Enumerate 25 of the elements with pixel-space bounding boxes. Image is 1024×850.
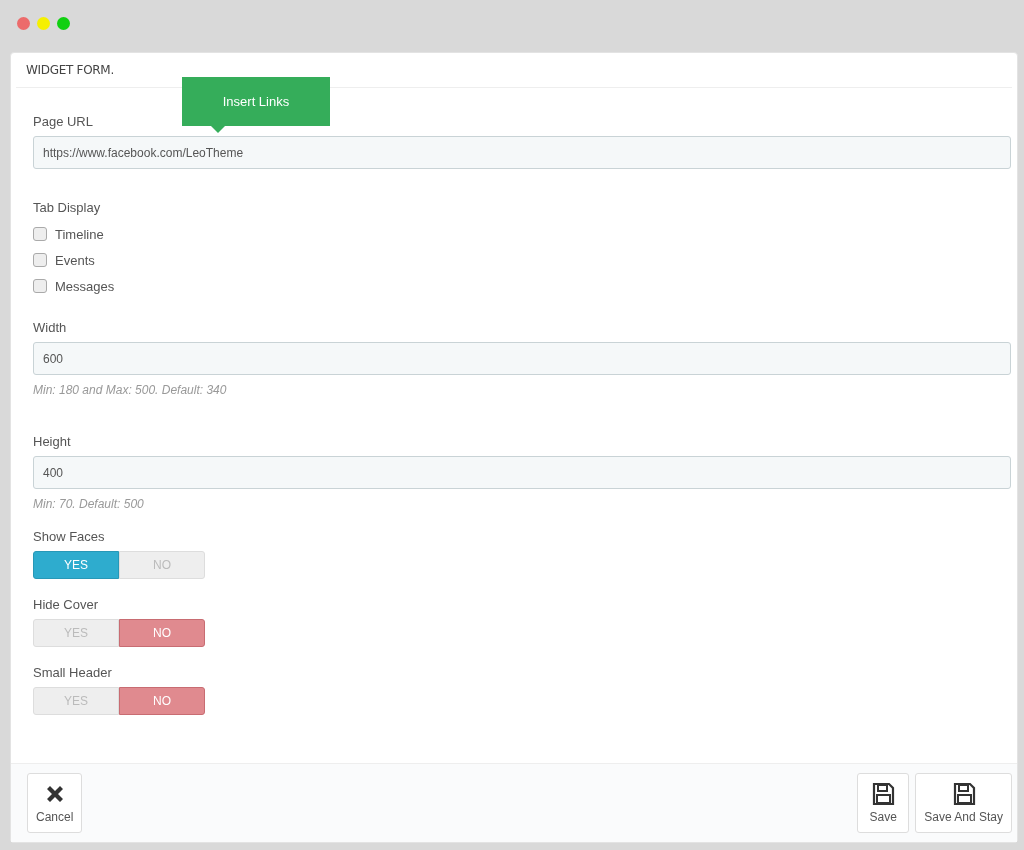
checkbox-label: Timeline: [55, 226, 104, 242]
save-button[interactable]: Save And Stay: [915, 773, 1012, 833]
save-button[interactable]: Save: [857, 773, 910, 833]
minimize-icon[interactable]: [37, 16, 50, 30]
field-label: Show Faces: [33, 529, 105, 545]
checkbox[interactable]: [33, 227, 47, 241]
url-input[interactable]: https://www.facebook.com/LeoTheme: [33, 136, 1011, 169]
field-label: Small Header: [33, 665, 112, 681]
field-label: Hide Cover: [33, 597, 99, 613]
close-icon[interactable]: [17, 16, 30, 30]
height-input[interactable]: 400: [33, 456, 1011, 489]
checkbox-label: Events: [55, 252, 95, 268]
checkbox[interactable]: [33, 279, 47, 293]
field-label: Width: [33, 320, 67, 336]
tooltip: Insert Links: [182, 77, 330, 126]
width-input[interactable]: 600: [33, 342, 1011, 375]
help-text: Min: 180 and Max: 500. Default: 340: [33, 383, 228, 397]
field-label: Tab Display: [33, 200, 101, 216]
maximize-icon[interactable]: [57, 16, 70, 30]
checkbox[interactable]: [33, 253, 47, 267]
help-text: Min: 70. Default: 500: [33, 497, 145, 511]
cancel-button[interactable]: Cancel: [27, 773, 83, 833]
field-label: Height: [33, 434, 71, 450]
checkbox-label: Messages: [55, 278, 115, 294]
field-label: Page URL: [33, 114, 93, 130]
